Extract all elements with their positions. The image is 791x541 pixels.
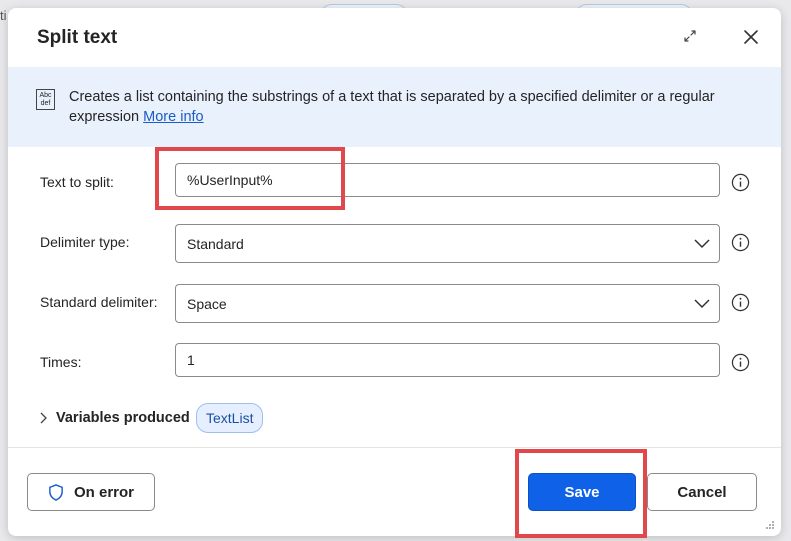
expand-icon[interactable] bbox=[682, 28, 698, 44]
resize-grip-icon[interactable] bbox=[765, 520, 775, 530]
times-label: Times: bbox=[40, 354, 82, 370]
text-abc-icon: Abc def bbox=[36, 89, 55, 110]
delimiter-type-value: Standard bbox=[187, 236, 244, 252]
times-value: 1 bbox=[187, 352, 195, 368]
chevron-right-icon bbox=[40, 412, 47, 424]
shield-icon bbox=[49, 483, 63, 501]
background-partial-text: ti bbox=[0, 8, 7, 23]
split-text-dialog: Split text Abc def Creates a list contai… bbox=[8, 8, 781, 536]
chevron-down-icon bbox=[694, 299, 710, 309]
footer-divider bbox=[8, 447, 781, 448]
standard-delimiter-value: Space bbox=[187, 296, 227, 312]
delimiter-type-select[interactable]: Standard bbox=[175, 224, 720, 263]
info-circle-icon[interactable] bbox=[731, 173, 750, 192]
text-to-split-label: Text to split: bbox=[40, 174, 114, 190]
info-circle-icon[interactable] bbox=[731, 293, 750, 312]
variable-chip-textlist[interactable]: TextList bbox=[196, 403, 264, 433]
times-input[interactable]: 1 bbox=[175, 343, 720, 377]
chevron-down-icon bbox=[694, 239, 710, 249]
more-info-link[interactable]: More info bbox=[143, 109, 203, 125]
on-error-label: On error bbox=[73, 483, 134, 501]
dialog-title: Split text bbox=[37, 27, 118, 48]
cancel-button[interactable]: Cancel bbox=[647, 473, 757, 511]
delimiter-type-label: Delimiter type: bbox=[40, 234, 130, 250]
highlight-text-to-split bbox=[155, 147, 345, 210]
info-circle-icon[interactable] bbox=[731, 353, 750, 372]
on-error-button[interactable]: On error bbox=[27, 473, 155, 511]
info-description: Creates a list containing the substrings… bbox=[69, 87, 759, 127]
variables-produced-label: Variables produced bbox=[56, 410, 190, 426]
info-circle-icon[interactable] bbox=[731, 233, 750, 252]
standard-delimiter-select[interactable]: Space bbox=[175, 284, 720, 323]
highlight-save-button bbox=[515, 449, 647, 538]
standard-delimiter-label: Standard delimiter: bbox=[40, 294, 158, 310]
info-banner: Abc def Creates a list containing the su… bbox=[8, 67, 781, 147]
close-icon[interactable] bbox=[743, 29, 759, 45]
